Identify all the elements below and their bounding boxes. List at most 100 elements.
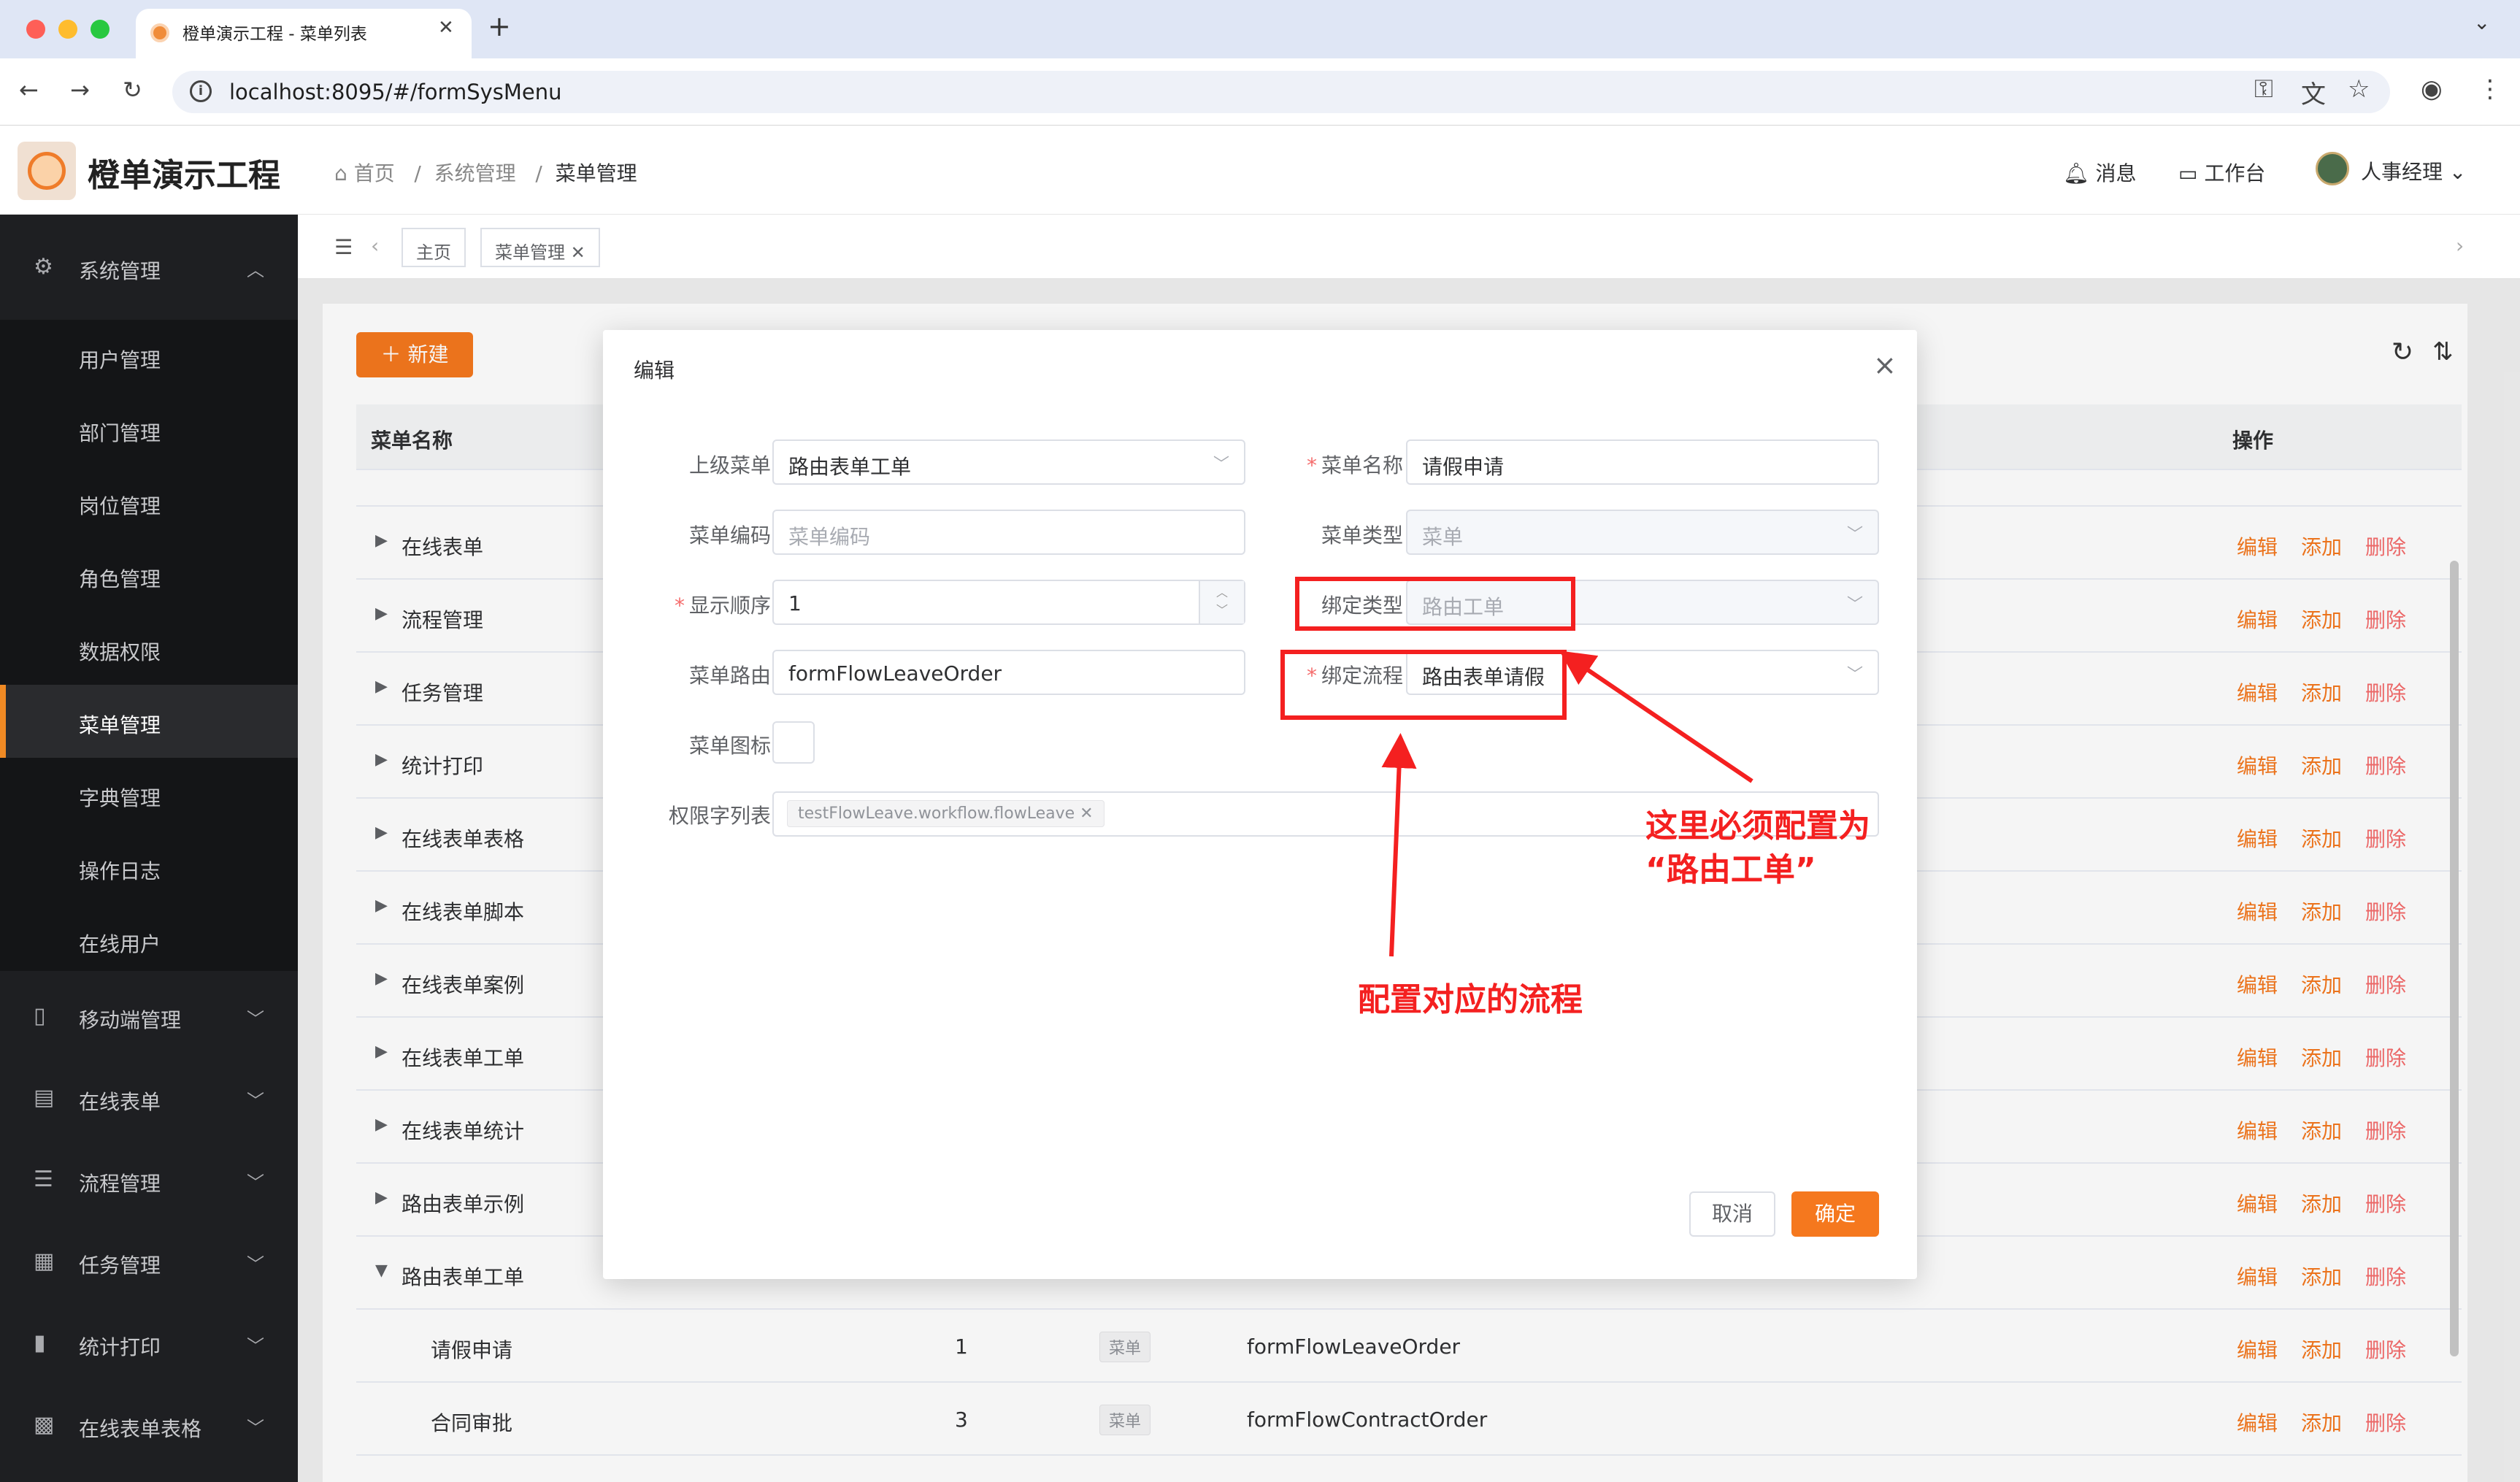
sidebar-item-users[interactable]: 用户管理 (0, 320, 298, 393)
browser-tab[interactable]: 橙单演示工程 - 菜单列表 ✕ (136, 9, 472, 58)
annotation-note-2: 配置对应的流程 (1358, 981, 1583, 1018)
workbench-button[interactable]: ▭ 工作台 (2178, 158, 2265, 187)
tab-list-chevron-icon[interactable]: ⌄ (2473, 10, 2490, 34)
confirm-button[interactable]: 确定 (1791, 1191, 1879, 1237)
app-title: 橙单演示工程 (88, 157, 280, 194)
sidebar-item-roles[interactable]: 角色管理 (0, 539, 298, 612)
sidebar-item-dicts[interactable]: 字典管理 (0, 758, 298, 831)
cancel-button[interactable]: 取消 (1689, 1191, 1775, 1237)
chevron-down-icon: ﹀ (1213, 456, 1229, 474)
url-input[interactable]: i localhost:8095/#/formSysMenu (172, 71, 2390, 113)
new-tab-icon[interactable]: + (488, 10, 511, 42)
parent-menu-select[interactable]: 路由表单工单 ﹀ (772, 439, 1245, 485)
avatar[interactable] (2316, 152, 2349, 185)
home-icon: ⌂ (334, 161, 354, 185)
tag-home[interactable]: 主页 (402, 228, 466, 267)
star-icon[interactable]: ☆ (2348, 74, 2370, 104)
chevron-down-icon: ⌄ (2443, 160, 2467, 184)
app-logo (18, 142, 76, 200)
chevron-down-icon: ﹀ (1846, 596, 1863, 614)
chevron-down-icon[interactable]: ﹀ (1200, 600, 1244, 618)
orange-logo-icon (28, 152, 66, 190)
close-icon[interactable]: ✕ (565, 242, 585, 263)
menu-type-label: 菜单类型 (1321, 523, 1403, 548)
menu-icon-label: 菜单图标 (688, 734, 771, 758)
forward-icon[interactable]: → (70, 76, 90, 104)
sidebar-group-print[interactable]: ▮ 统计打印 ﹀ (0, 1302, 298, 1384)
document-icon: ▦ (34, 1248, 55, 1274)
chevron-down-icon: ﹀ (1846, 666, 1863, 684)
sidebar-group-mobile[interactable]: ▯ 移动端管理 ﹀ (0, 975, 298, 1057)
reload-icon[interactable]: ↻ (123, 76, 142, 104)
tab-title: 橙单演示工程 - 菜单列表 (183, 25, 367, 44)
workbench-label: 工作台 (2204, 161, 2266, 185)
chevron-down-icon: ﹀ (247, 1336, 264, 1356)
sliders-icon: ☰ (34, 1167, 53, 1192)
grid-icon: ▩ (34, 1412, 55, 1437)
chevron-up-icon[interactable]: ︿ (1200, 583, 1244, 600)
sidebar-item-departments[interactable]: 部门管理 (0, 393, 298, 466)
user-name: 人事经理 (2361, 160, 2443, 184)
dialog-title: 编辑 (634, 358, 675, 383)
breadcrumb-home[interactable]: 首页 (354, 161, 395, 185)
menu-name-input[interactable]: 请假申请 (1406, 439, 1879, 485)
menu-type-select[interactable]: 菜单 ﹀ (1406, 510, 1879, 555)
chevron-down-icon: ﹀ (247, 1418, 264, 1438)
sidebar-group-tasks[interactable]: ▦ 任务管理 ﹀ (0, 1221, 298, 1302)
parent-menu-label: 上级菜单 (688, 453, 771, 477)
menu-code-input[interactable]: 菜单编码 (772, 510, 1245, 555)
more-menu-icon[interactable]: ⋮ (2478, 74, 2502, 104)
messages-button[interactable]: 🔔︎ 消息 (2063, 158, 2136, 187)
route-label: 菜单路由 (688, 664, 771, 688)
monitor-icon: ▭ (2178, 161, 2205, 185)
sidebar-group-label: 系统管理 (79, 259, 161, 283)
breadcrumb-current: 菜单管理 (555, 161, 637, 185)
chevron-left-icon[interactable]: ‹ (371, 234, 379, 258)
user-menu[interactable]: 人事经理 ⌄ (2361, 156, 2466, 185)
menu-code-label: 菜单编码 (688, 523, 771, 548)
sidebar-item-posts[interactable]: 岗位管理 (0, 466, 298, 539)
close-icon[interactable]: ✕ (1075, 805, 1093, 823)
tab-close-icon[interactable]: ✕ (438, 17, 454, 39)
annotation-box-bind-type (1295, 577, 1575, 631)
address-bar: ← → ↻ i localhost:8095/#/formSysMenu ⚿ ⽂… (0, 58, 2520, 126)
browser-tab-bar: 橙单演示工程 - 菜单列表 ✕ + ⌄ (0, 0, 2520, 58)
sidebar-group-flow[interactable]: ☰ 流程管理 ﹀ (0, 1139, 298, 1221)
sidebar-item-menus[interactable]: 菜单管理 (0, 685, 298, 758)
annotation-box-bind-flow (1280, 650, 1567, 720)
chevron-up-icon: ︿ (247, 260, 264, 280)
chevron-down-icon: ﹀ (247, 1254, 264, 1275)
sidebar-group-form-table[interactable]: ▩ 在线表单表格 ﹀ (0, 1384, 298, 1466)
tab-favicon-icon (150, 23, 169, 42)
sidebar-item-online-users[interactable]: 在线用户 (0, 904, 298, 977)
profile-icon[interactable]: ◉ (2421, 74, 2443, 104)
bar-chart-icon: ▮ (34, 1330, 46, 1356)
order-stepper[interactable]: 1 ︿ ﹀ (772, 580, 1245, 625)
sidebar-item-data-perm[interactable]: 数据权限 (0, 612, 298, 685)
sidebar-group-system[interactable]: ⚙ 系统管理 ︿ (0, 226, 298, 308)
site-info-icon[interactable]: i (190, 80, 212, 102)
key-icon[interactable]: ⚿ (2254, 74, 2273, 104)
sidebar-item-logs[interactable]: 操作日志 (0, 831, 298, 904)
perm-list-label: 权限字列表 (668, 804, 771, 828)
maximize-window-button[interactable] (91, 20, 110, 39)
sidebar: ⚙ 系统管理 ︿ 用户管理 部门管理 岗位管理 角色管理 数据权限 菜单管理 字… (0, 215, 298, 1482)
chevron-down-icon: ﹀ (1846, 526, 1863, 544)
chevron-down-icon: ﹀ (247, 1091, 264, 1111)
breadcrumb-system[interactable]: 系统管理 (434, 161, 516, 185)
menu-icon-picker[interactable] (772, 721, 815, 764)
tags-bar: ☰ ‹ 主页 菜单管理 ✕ › (298, 215, 2520, 279)
route-input[interactable]: formFlowLeaveOrder (772, 650, 1245, 695)
stepper-arrows[interactable]: ︿ ﹀ (1199, 581, 1244, 623)
translate-icon[interactable]: ⽂ (2301, 74, 2326, 110)
tag-current[interactable]: 菜单管理 ✕ (480, 228, 600, 267)
collapse-menu-icon[interactable]: ☰ (334, 235, 353, 259)
close-icon[interactable]: × (1873, 349, 1897, 381)
close-window-button[interactable] (26, 20, 45, 39)
order-label: * 显示顺序 (674, 594, 771, 618)
sidebar-group-online-form[interactable]: ▤ 在线表单 ﹀ (0, 1057, 298, 1139)
app-header: 橙单演示工程 ⌂ 首页 / 系统管理 / 菜单管理 🔔︎ 消息 ▭ 工作台 人事… (0, 126, 2520, 215)
back-icon[interactable]: ← (19, 76, 39, 104)
chevron-right-icon[interactable]: › (2456, 234, 2464, 258)
minimize-window-button[interactable] (58, 20, 77, 39)
